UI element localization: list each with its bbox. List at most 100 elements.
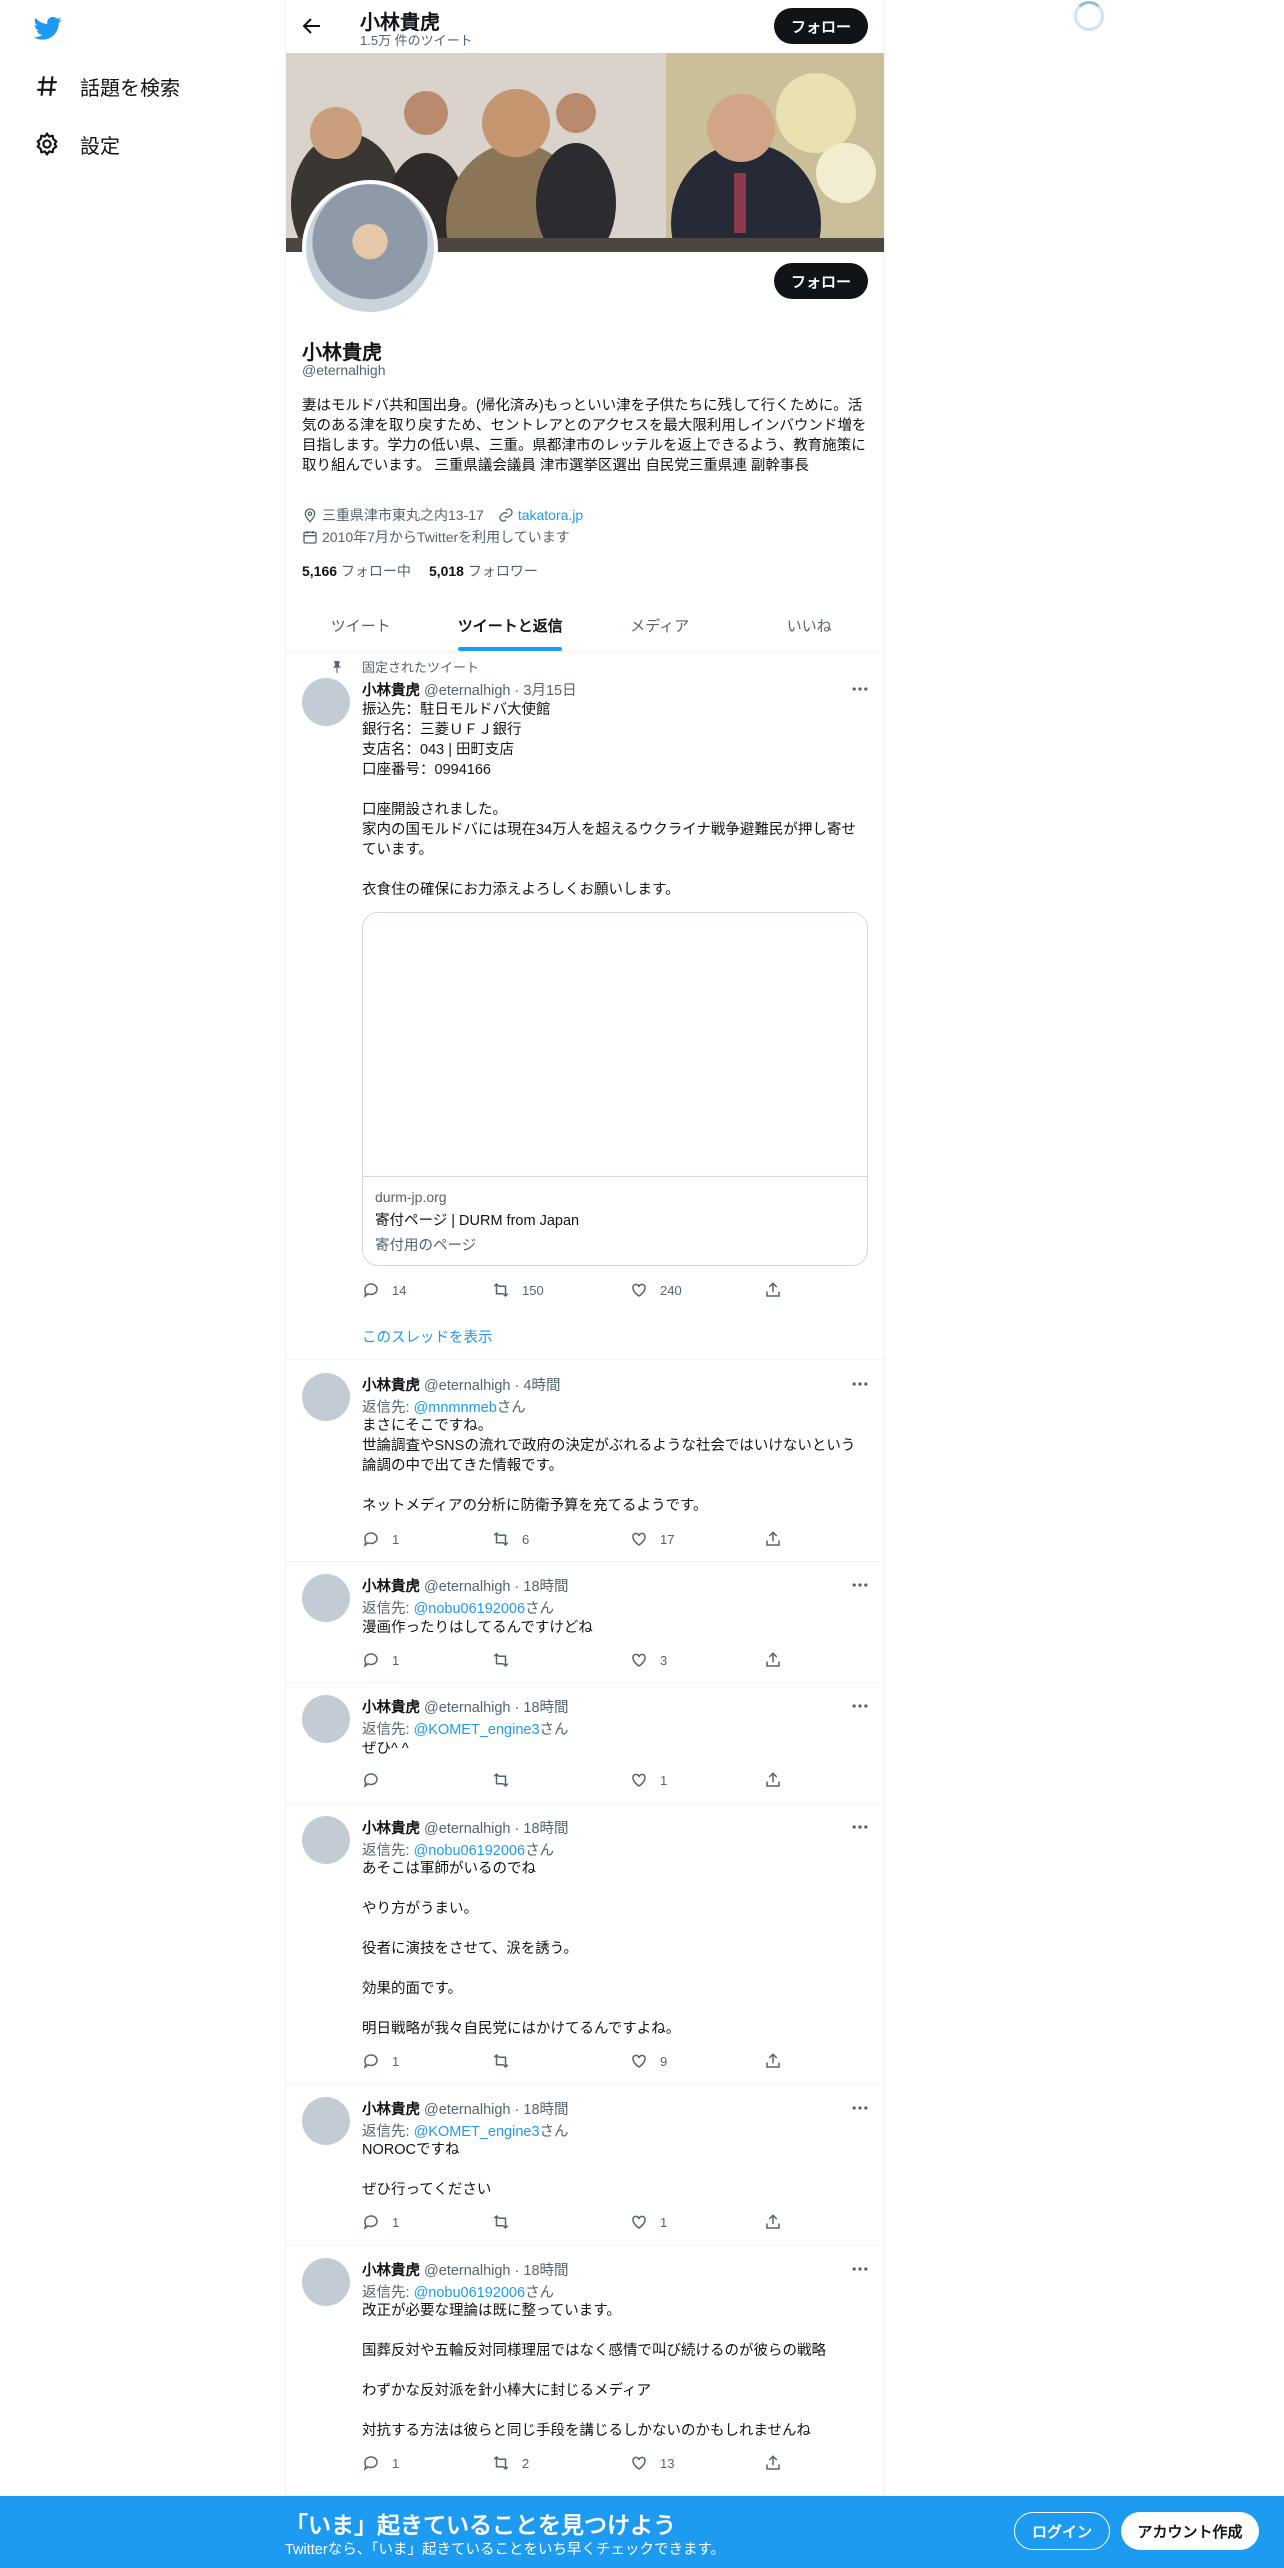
tweet-time[interactable]: · 18時間: [515, 1579, 569, 1595]
more-options-icon[interactable]: [850, 2259, 870, 2279]
tweet-author-name[interactable]: 小林貴虎: [362, 1579, 420, 1595]
header-follow-button[interactable]: フォロー: [774, 8, 868, 44]
like-button[interactable]: 1: [630, 1771, 667, 1789]
tweet-time[interactable]: · 18時間: [515, 2263, 569, 2279]
profile-stats: 5,166 フォロー中 5,018 フォロワー: [302, 561, 538, 581]
replying-to-user-link[interactable]: @nobu06192006: [414, 1843, 526, 1859]
tweet-text: ぜひ^ ^: [362, 1741, 409, 1757]
reply-button[interactable]: 1: [362, 1651, 399, 1669]
like-button[interactable]: 17: [630, 1530, 674, 1548]
reply-count: 1: [392, 2053, 400, 2069]
link-card-image: [363, 913, 867, 1177]
more-options-icon[interactable]: [850, 1817, 870, 1837]
tweet-avatar[interactable]: [302, 2258, 350, 2306]
link-card[interactable]: durm-jp.org 寄付ページ | DURM from Japan 寄付用の…: [362, 912, 868, 1266]
tweet-avatar[interactable]: [302, 1695, 350, 1743]
profile-avatar[interactable]: [302, 180, 438, 316]
tab-tweets-and-replies[interactable]: ツイートと返信: [436, 600, 586, 651]
tweet-time[interactable]: · 3月15日: [515, 683, 577, 699]
twitter-logo-icon[interactable]: [32, 14, 64, 42]
replying-to-user-link[interactable]: @nobu06192006: [414, 2285, 526, 2301]
tweet-author-name[interactable]: 小林貴虎: [362, 1821, 420, 1837]
more-options-icon[interactable]: [850, 1696, 870, 1716]
more-options-icon[interactable]: [850, 1575, 870, 1595]
retweet-icon: [493, 2214, 509, 2230]
retweet-button[interactable]: [492, 2052, 522, 2070]
more-options-icon[interactable]: [850, 2098, 870, 2118]
share-button[interactable]: [764, 2213, 794, 2231]
share-button[interactable]: [764, 1281, 794, 1299]
reply-button[interactable]: 1: [362, 2052, 399, 2070]
replying-to: 返信先: @KOMET_engine3さん: [362, 2120, 569, 2141]
more-options-icon[interactable]: [850, 679, 870, 699]
like-button[interactable]: 1: [630, 2213, 667, 2231]
tweet-author-name[interactable]: 小林貴虎: [362, 1700, 420, 1716]
retweet-button[interactable]: 2: [492, 2454, 529, 2472]
tab-media[interactable]: メディア: [585, 600, 735, 651]
share-button[interactable]: [764, 1530, 794, 1548]
replying-to-user-link[interactable]: @KOMET_engine3: [414, 2124, 540, 2140]
tweet-actions: 14 150 240: [362, 1281, 782, 1301]
share-button[interactable]: [764, 2052, 794, 2070]
reply-button[interactable]: 14: [362, 1281, 406, 1299]
retweet-icon: [493, 2455, 509, 2471]
nav-explore[interactable]: 話題を検索: [34, 66, 180, 106]
tweet-author-handle[interactable]: @eternalhigh: [424, 683, 510, 699]
replying-to: 返信先: @nobu06192006さん: [362, 1597, 554, 1618]
tweet-time[interactable]: · 4時間: [515, 1378, 561, 1394]
like-count: 9: [660, 2053, 668, 2069]
login-button[interactable]: ログイン: [1014, 2512, 1110, 2550]
tweet-text: NOROCですね ぜひ行ってください: [362, 2142, 492, 2198]
tweet-avatar[interactable]: [302, 1816, 350, 1864]
reply-icon: [363, 1532, 378, 1547]
link-card-domain: durm-jp.org: [375, 1189, 447, 1205]
tweet-author-name[interactable]: 小林貴虎: [362, 2102, 420, 2118]
tweet-avatar[interactable]: [302, 1373, 350, 1421]
back-arrow-icon[interactable]: [300, 14, 324, 38]
retweet-button[interactable]: [492, 1651, 522, 1669]
tweet-time[interactable]: · 18時間: [515, 2102, 569, 2118]
share-button[interactable]: [764, 2454, 794, 2472]
replying-to-user-link[interactable]: @nobu06192006: [414, 1601, 526, 1617]
retweet-button[interactable]: 150: [492, 1281, 544, 1299]
show-thread-link[interactable]: このスレッドを表示: [362, 1326, 493, 1347]
profile-website-link[interactable]: takatora.jp: [518, 507, 583, 523]
replying-to-user-link[interactable]: @mnmnmeb: [414, 1400, 497, 1416]
tweet-author-name[interactable]: 小林貴虎: [362, 1378, 420, 1394]
reply-button[interactable]: 1: [362, 2213, 399, 2231]
like-button[interactable]: 240: [630, 1281, 682, 1299]
tweet-author-handle[interactable]: @eternalhigh: [424, 1579, 510, 1595]
tweet-avatar[interactable]: [302, 678, 350, 726]
reply-button[interactable]: [362, 1771, 392, 1789]
tweet-avatar[interactable]: [302, 1574, 350, 1622]
profile-follow-button[interactable]: フォロー: [774, 263, 868, 299]
retweet-button[interactable]: [492, 2213, 522, 2231]
like-button[interactable]: 3: [630, 1651, 667, 1669]
tweet-time[interactable]: · 18時間: [515, 1821, 569, 1837]
signup-button[interactable]: アカウント作成: [1121, 2512, 1259, 2550]
tweet-author-name[interactable]: 小林貴虎: [362, 683, 420, 699]
tweet-author-handle[interactable]: @eternalhigh: [424, 2263, 510, 2279]
tweet-author-name[interactable]: 小林貴虎: [362, 2263, 420, 2279]
tab-tweets[interactable]: ツイート: [286, 600, 436, 651]
share-button[interactable]: [764, 1651, 794, 1669]
share-button[interactable]: [764, 1771, 794, 1789]
tweet-author-handle[interactable]: @eternalhigh: [424, 1378, 510, 1394]
replying-to-user-link[interactable]: @KOMET_engine3: [414, 1722, 540, 1738]
more-options-icon[interactable]: [850, 1374, 870, 1394]
tweet-author-handle[interactable]: @eternalhigh: [424, 2102, 510, 2118]
tweet-time[interactable]: · 18時間: [515, 1700, 569, 1716]
retweet-button[interactable]: [492, 1771, 522, 1789]
reply-button[interactable]: 1: [362, 1530, 399, 1548]
like-button[interactable]: 9: [630, 2052, 667, 2070]
tweet-author-handle[interactable]: @eternalhigh: [424, 1700, 510, 1716]
reply-button[interactable]: 1: [362, 2454, 399, 2472]
retweet-button[interactable]: 6: [492, 1530, 529, 1548]
tab-likes[interactable]: いいね: [735, 600, 885, 651]
following-link[interactable]: 5,166 フォロー中: [302, 561, 411, 581]
like-button[interactable]: 13: [630, 2454, 674, 2472]
followers-link[interactable]: 5,018 フォロワー: [429, 561, 538, 581]
nav-settings[interactable]: 設定: [34, 124, 120, 164]
tweet-author-handle[interactable]: @eternalhigh: [424, 1821, 510, 1837]
tweet-avatar[interactable]: [302, 2097, 350, 2145]
